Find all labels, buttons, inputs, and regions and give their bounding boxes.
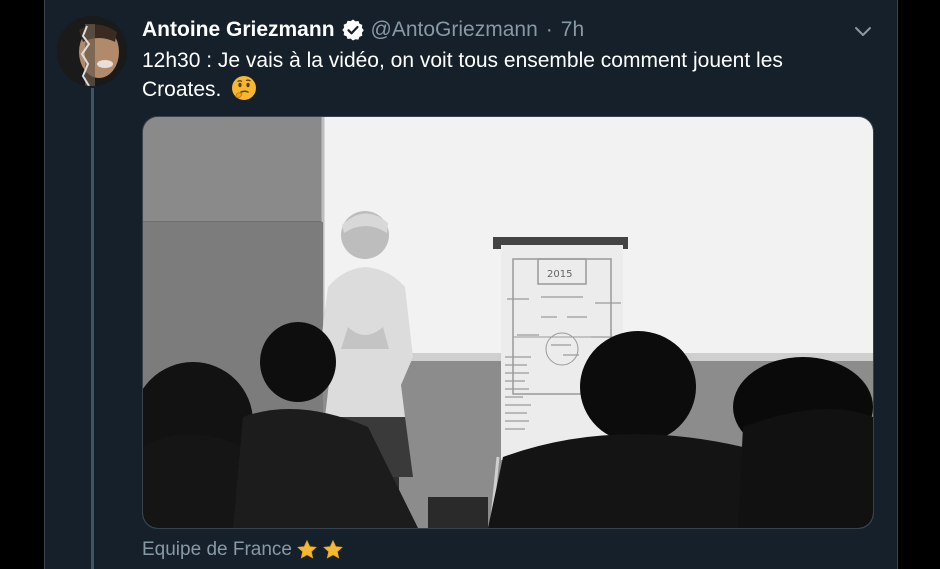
star-icon: [322, 539, 344, 559]
media-photo: 2015: [143, 117, 873, 528]
footer-label: Equipe de France: [142, 539, 292, 560]
tweet-media[interactable]: 2015: [142, 116, 874, 529]
avatar[interactable]: [57, 16, 127, 86]
thinking-face-icon: [232, 76, 257, 100]
tweet-footer: Equipe de France: [142, 537, 344, 563]
verified-badge-icon: [341, 19, 364, 41]
author-name[interactable]: Antoine Griezmann: [142, 18, 335, 42]
tweet-body: 12h30 : Je vais à la vidéo, on voit tous…: [142, 46, 842, 104]
separator-dot: ·: [545, 18, 553, 41]
avatar-image: [57, 16, 127, 86]
tweet-header: Antoine Griezmann @AntoGriezmann · 7h: [142, 16, 584, 44]
tweet-timestamp[interactable]: 7h: [561, 18, 584, 42]
chevron-down-icon[interactable]: [852, 20, 874, 42]
thread-line: [91, 88, 94, 569]
board-sheet-text: 2015: [547, 269, 572, 280]
star-icon: [296, 539, 318, 559]
author-handle[interactable]: @AntoGriezmann: [371, 18, 538, 42]
